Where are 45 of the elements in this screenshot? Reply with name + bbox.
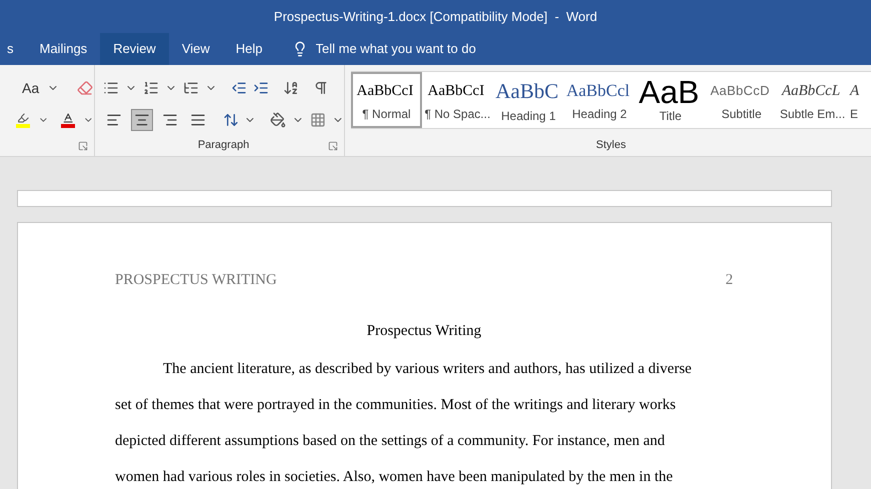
eraser-icon[interactable]: [77, 80, 94, 96]
tell-me-field[interactable]: Tell me what you want to do: [316, 39, 536, 59]
numbered-list-icon[interactable]: [143, 80, 159, 96]
body-text-line: set of themes that were portrayed in the communities. Most of the writings and literary works: [115, 396, 677, 414]
style-option[interactable]: AaB Title: [635, 72, 706, 128]
multilevel-list-icon[interactable]: [183, 80, 199, 96]
bullet-list-icon[interactable]: [103, 80, 119, 96]
body-text-line: women had various roles in societies. Also, women have been manipulated by the men in the: [115, 468, 674, 486]
highlighter-icon[interactable]: [16, 112, 30, 128]
style-option[interactable]: AaBbCcl Heading 2: [564, 72, 635, 128]
line-spacing-icon[interactable]: [222, 112, 238, 128]
change-case-button[interactable]: Aa: [22, 78, 40, 98]
window-title: Prospectus-Writing-1.docx [Compatibility Mode] - Word: [274, 8, 598, 26]
align-center-icon: [134, 112, 150, 128]
ribbon-tab[interactable]: Review: [100, 33, 169, 65]
align-right-icon: [162, 112, 178, 128]
borders-icon[interactable]: [310, 112, 326, 128]
sort-icon[interactable]: [283, 80, 299, 96]
ribbon-tab[interactable]: Help: [222, 33, 276, 65]
body-text-line: depicted different assumptions based on the settings of a community. For instance, men and: [115, 432, 666, 450]
style-option[interactable]: AaBbCcI ¶ Normal: [351, 72, 422, 128]
style-option[interactable]: AaBbCcI ¶ No Spac...: [422, 72, 493, 128]
ribbon-tab[interactable]: Mailings: [26, 33, 100, 65]
pilcrow-icon[interactable]: [313, 80, 329, 96]
page-number: 2: [726, 271, 733, 290]
body-text-line: The ancient literature, as described by various writers and authors, has utilized a diverse: [162, 360, 693, 378]
style-option[interactable]: A E: [848, 72, 871, 128]
align-left-icon: [106, 112, 122, 128]
dialog-launcher-icon[interactable]: [328, 141, 338, 151]
document-title: Prospectus Writing: [366, 322, 482, 340]
style-option[interactable]: AaBbCcL Subtle Em...: [777, 72, 848, 128]
group-label: Paragraph: [198, 138, 250, 152]
style-option[interactable]: AaBbC Heading 1: [493, 72, 564, 128]
decrease-indent-icon[interactable]: [231, 80, 247, 96]
align-justify-icon: [190, 112, 206, 128]
group-label: Styles: [596, 138, 626, 152]
dialog-launcher-icon[interactable]: [78, 141, 88, 151]
style-option[interactable]: AaBbCcD Subtitle: [706, 72, 777, 128]
increase-indent-icon[interactable]: [253, 80, 269, 96]
align-button[interactable]: [130, 109, 153, 131]
font-color-icon[interactable]: [61, 112, 76, 128]
paint-bucket-icon[interactable]: [270, 112, 286, 128]
ribbon-tab[interactable]: View: [168, 33, 223, 65]
ribbon-tab[interactable]: s: [0, 33, 26, 65]
page-header: PROSPECTUS WRITING: [115, 271, 277, 290]
